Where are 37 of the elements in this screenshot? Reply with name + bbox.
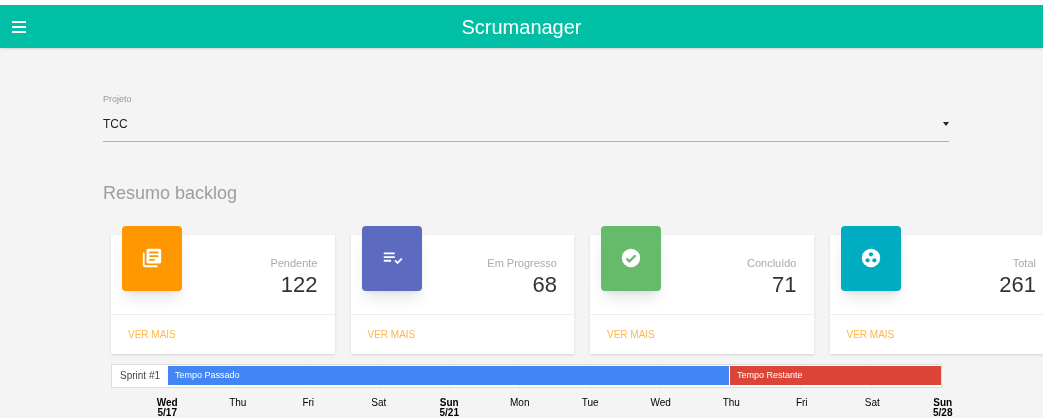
see-more-link[interactable]: VER MAIS — [846, 326, 895, 342]
project-select[interactable]: Projeto TCC — [103, 93, 949, 142]
day-label: Sat — [370, 398, 388, 410]
day-label: Wed 5/17 — [155, 398, 179, 418]
day-label: Wed — [649, 398, 672, 410]
stat-count: 68 — [532, 271, 557, 299]
field-label: Projeto — [103, 93, 133, 107]
stat-label: Pendente — [270, 255, 318, 271]
three-dots-circle-icon — [859, 247, 882, 270]
day-label: Fri — [794, 398, 809, 410]
timeline-row-label: Sprint #1 — [119, 369, 161, 384]
day-label: Sun 5/21 — [438, 398, 460, 418]
check-circle-icon — [620, 247, 642, 270]
stat-count: 122 — [280, 271, 318, 299]
menu-icon[interactable] — [12, 20, 26, 33]
field-value: TCC — [103, 115, 128, 133]
stat-count: 261 — [999, 271, 1036, 299]
see-more-link[interactable]: VER MAIS — [128, 326, 176, 342]
day-label: Sat — [863, 398, 881, 410]
app-title: Scrumanager — [460, 14, 583, 40]
document-stack-icon — [141, 247, 163, 270]
section-title: Resumo backlog — [103, 181, 239, 205]
day-label: Tue — [580, 398, 600, 410]
see-more-link[interactable]: VER MAIS — [607, 326, 655, 342]
day-label: Fri — [301, 398, 316, 410]
bar-label: Tempo Passado — [175, 369, 240, 383]
bar-label: Tempo Restante — [736, 369, 803, 383]
day-label: Thu — [721, 398, 741, 410]
day-label: Sun 5/28 — [932, 398, 954, 418]
day-label: Mon — [509, 398, 531, 410]
stat-label: Concluído — [746, 255, 797, 271]
stat-label: Total — [1012, 255, 1036, 271]
stat-label: Em Progresso — [487, 255, 557, 271]
stat-count: 71 — [772, 271, 797, 299]
day-label: Thu — [228, 398, 248, 410]
see-more-link[interactable]: VER MAIS — [367, 326, 416, 342]
dropdown-caret-icon — [943, 121, 949, 126]
